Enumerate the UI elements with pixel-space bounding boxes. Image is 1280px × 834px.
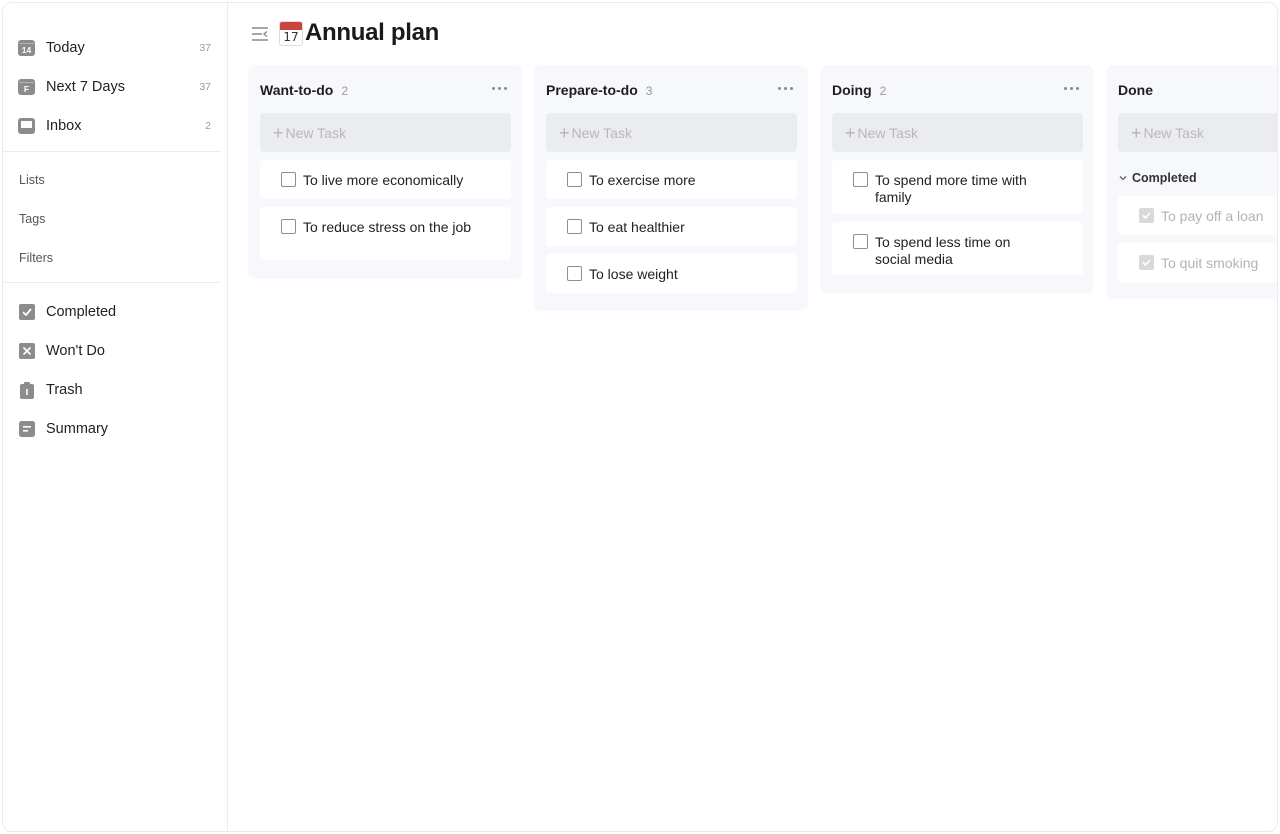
column-want-to-do: Want-to-do 2 + New Task To live more eco…: [248, 65, 522, 279]
completed-section-label: Completed: [1132, 171, 1197, 185]
sidebar-divider: [3, 151, 221, 152]
more-options-icon[interactable]: [778, 82, 796, 94]
task-title: To exercise more: [589, 172, 696, 188]
page-header: 17 Annual plan: [279, 19, 439, 47]
sidebar-item-count: 37: [199, 81, 211, 93]
task-title: To lose weight: [589, 266, 678, 282]
task-checkbox[interactable]: [853, 172, 868, 187]
task-card[interactable]: To eat healthier: [546, 207, 797, 246]
task-checkbox-checked[interactable]: [1139, 208, 1154, 223]
main-area: 17 Annual plan Want-to-do 2 + New Task T…: [229, 3, 1277, 831]
sidebar-item-completed[interactable]: Completed: [3, 294, 223, 330]
new-task-input[interactable]: + New Task: [832, 113, 1083, 152]
sidebar-item-label: Inbox: [46, 118, 82, 134]
new-task-placeholder: New Task: [857, 124, 918, 141]
completed-section-toggle[interactable]: Completed: [1118, 171, 1197, 185]
sidebar-item-summary[interactable]: Summary: [3, 411, 223, 447]
task-title: To quit smoking: [1161, 255, 1259, 271]
column-count: 2: [879, 84, 887, 98]
sidebar: 14 Today 37 F Next 7 Days 37 Inbox 2 Lis…: [3, 3, 228, 831]
more-options-icon[interactable]: [1064, 82, 1082, 94]
task-title: To eat healthier: [589, 219, 685, 235]
new-task-input[interactable]: + New Task: [546, 113, 797, 152]
new-task-input[interactable]: + New Task: [1118, 113, 1277, 152]
task-checkbox-checked[interactable]: [1139, 255, 1154, 270]
task-checkbox[interactable]: [567, 266, 582, 281]
column-title: Doing: [832, 82, 872, 98]
task-checkbox[interactable]: [567, 219, 582, 234]
column-count: 2: [341, 84, 349, 98]
trash-icon: [18, 381, 35, 399]
task-title: To spend less time on social media: [875, 234, 1011, 267]
task-card[interactable]: To exercise more: [546, 160, 797, 199]
new-task-placeholder: New Task: [1143, 124, 1204, 141]
task-card[interactable]: To spend more time with family: [832, 160, 1083, 214]
calendar-emoji-icon: 17: [279, 20, 303, 46]
chevron-down-icon: [1119, 176, 1127, 181]
task-title: To live more economically: [303, 172, 464, 188]
task-checkbox[interactable]: [281, 219, 296, 234]
checkmark-icon: [1142, 212, 1151, 220]
new-task-placeholder: New Task: [285, 124, 346, 141]
task-checkbox[interactable]: [853, 234, 868, 249]
inbox-icon: [18, 118, 35, 135]
sidebar-item-inbox[interactable]: Inbox 2: [3, 108, 223, 144]
app-window: 14 Today 37 F Next 7 Days 37 Inbox 2 Lis…: [2, 2, 1278, 832]
task-card[interactable]: To spend less time on social media: [832, 222, 1083, 275]
sidebar-item-count: 2: [205, 120, 211, 132]
task-card-completed[interactable]: To pay off a loan: [1118, 196, 1277, 235]
sidebar-item-label: Completed: [46, 304, 117, 320]
calendar-today-icon: 14: [18, 40, 35, 57]
sidebar-item-trash[interactable]: Trash: [3, 372, 223, 408]
sidebar-section-filters[interactable]: Filters: [19, 251, 53, 265]
sidebar-item-count: 37: [199, 42, 211, 54]
task-card[interactable]: To reduce stress on the job: [260, 207, 511, 260]
sidebar-item-label: Summary: [46, 421, 109, 437]
plus-icon: +: [845, 122, 856, 143]
sidebar-item-today[interactable]: 14 Today 37: [3, 30, 223, 66]
new-task-placeholder: New Task: [571, 124, 632, 141]
column-prepare-to-do: Prepare-to-do 3 + New Task To exercise m…: [534, 65, 808, 311]
sidebar-item-label: Won't Do: [46, 343, 105, 359]
sidebar-section-tags[interactable]: Tags: [19, 212, 45, 226]
sidebar-item-label: Today: [46, 40, 85, 56]
plus-icon: +: [559, 122, 570, 143]
summary-icon: [18, 421, 35, 438]
sidebar-section-lists[interactable]: Lists: [19, 173, 45, 187]
check-box-icon: [18, 304, 35, 321]
column-title: Done: [1118, 82, 1153, 98]
x-box-icon: [18, 343, 35, 360]
sidebar-divider: [3, 282, 221, 283]
plus-icon: +: [1131, 122, 1142, 143]
calendar-week-icon: F: [18, 79, 35, 96]
plus-icon: +: [273, 122, 284, 143]
task-checkbox[interactable]: [567, 172, 582, 187]
page-title: Annual plan: [305, 19, 440, 46]
sidebar-item-wont-do[interactable]: Won't Do: [3, 333, 223, 369]
checkmark-icon: [1142, 259, 1151, 267]
collapse-sidebar-icon[interactable]: [251, 26, 269, 42]
column-count: 3: [645, 84, 653, 98]
task-card[interactable]: To lose weight: [546, 254, 797, 293]
task-title: To spend more time with family: [875, 172, 1027, 205]
column-title: Want-to-do: [260, 82, 334, 98]
column-doing: Doing 2 + New Task To spend more time wi…: [820, 65, 1094, 294]
sidebar-item-label: Trash: [46, 382, 83, 398]
task-card[interactable]: To live more economically: [260, 160, 511, 199]
column-title: Prepare-to-do: [546, 82, 638, 98]
sidebar-item-next-7-days[interactable]: F Next 7 Days 37: [3, 69, 223, 105]
task-checkbox[interactable]: [281, 172, 296, 187]
sidebar-item-label: Next 7 Days: [46, 79, 125, 95]
task-title: To pay off a loan: [1161, 208, 1264, 224]
new-task-input[interactable]: + New Task: [260, 113, 511, 152]
column-done: Done + New Task Completed To pay off a l…: [1106, 65, 1277, 299]
task-title: To reduce stress on the job: [303, 219, 472, 235]
more-options-icon[interactable]: [492, 82, 510, 94]
task-card-completed[interactable]: To quit smoking: [1118, 243, 1277, 282]
